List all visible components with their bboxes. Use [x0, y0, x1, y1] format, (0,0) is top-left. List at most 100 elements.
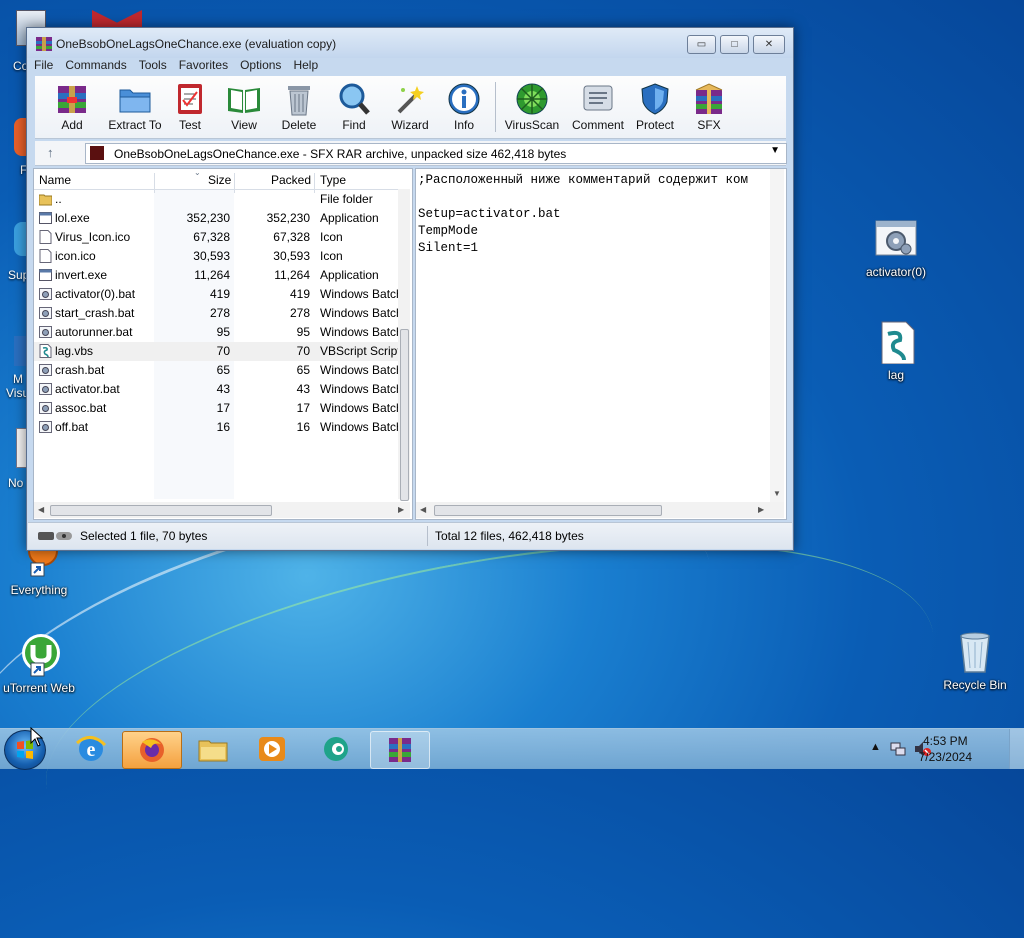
menu-file[interactable]: File — [28, 56, 59, 75]
file-row[interactable]: invert.exe 11,264 11,264 Application — [34, 266, 406, 285]
file-row[interactable]: activator(0).bat 419 419 Windows Batch F — [34, 285, 406, 304]
extract-to-button[interactable]: Extract To — [103, 82, 167, 132]
test-button[interactable]: Test — [163, 82, 217, 132]
menu-tools[interactable]: Tools — [133, 56, 173, 75]
virusscan-button[interactable]: VirusScan — [501, 82, 563, 132]
firefox-icon — [140, 738, 164, 762]
menu-commands[interactable]: Commands — [59, 56, 132, 75]
desktop-icon-activator0[interactable]: activator(0) — [853, 217, 939, 279]
file-size: 419 — [209, 287, 230, 301]
file-type: Icon — [320, 230, 343, 244]
taskbar-file-explorer[interactable] — [184, 731, 242, 767]
view-button[interactable]: View — [217, 82, 271, 132]
file-name: activator.bat — [55, 382, 120, 396]
menu-help[interactable]: Help — [287, 56, 324, 75]
scroll-down-icon[interactable]: ▼ — [773, 489, 781, 498]
file-row[interactable]: .. File folder — [34, 190, 406, 209]
scroll-right-icon[interactable]: ▶ — [758, 505, 764, 514]
file-type: Icon — [320, 249, 343, 263]
scrollbar-thumb[interactable] — [434, 505, 662, 516]
horizontal-scrollbar[interactable]: ◀ ▶ — [416, 502, 784, 518]
file-size: 278 — [209, 306, 230, 320]
taskbar-internet-explorer[interactable]: e — [62, 731, 120, 767]
scroll-left-icon[interactable]: ◀ — [420, 505, 426, 514]
taskbar-firefox[interactable] — [122, 731, 182, 769]
scroll-left-icon[interactable]: ◀ — [38, 505, 44, 514]
comment-label: Comment — [571, 118, 624, 132]
file-row[interactable]: lag.vbs 70 70 VBScript Script — [34, 342, 406, 361]
drive-icon — [38, 532, 72, 540]
file-row[interactable]: off.bat 16 16 Windows Batch — [34, 418, 406, 437]
minimize-button[interactable]: ▭ — [687, 35, 716, 54]
wizard-button[interactable]: Wizard — [383, 82, 437, 132]
close-button[interactable]: ✕ — [753, 35, 785, 54]
maximize-button[interactable]: □ — [720, 35, 749, 54]
taskbar-winrar[interactable] — [370, 731, 430, 769]
column-header-type[interactable]: Type — [320, 173, 346, 187]
column-header-packed[interactable]: Packed — [271, 173, 311, 187]
file-type: Windows Batch — [320, 363, 400, 377]
comment-button[interactable]: Comment — [567, 82, 629, 132]
file-row[interactable]: assoc.bat 17 17 Windows Batch — [34, 399, 406, 418]
chevron-down-icon[interactable]: ▼ — [770, 145, 780, 156]
menu-favorites[interactable]: Favorites — [173, 56, 234, 75]
file-icon — [39, 230, 52, 244]
file-row[interactable]: crash.bat 65 65 Windows Batch — [34, 361, 406, 380]
file-row[interactable]: icon.ico 30,593 30,593 Icon — [34, 247, 406, 266]
desktop-icon-label: lag — [887, 368, 904, 382]
show-desktop-button[interactable] — [1009, 729, 1024, 769]
protect-button[interactable]: Protect — [628, 82, 682, 132]
menu-bar: File Commands Tools Favorites Options He… — [28, 56, 786, 75]
file-size: 30,593 — [193, 249, 230, 263]
info-button[interactable]: Info — [437, 82, 491, 132]
network-icon[interactable] — [890, 741, 906, 757]
find-button[interactable]: Find — [327, 82, 381, 132]
up-arrow-icon[interactable]: ↑ — [47, 145, 54, 160]
add-button[interactable]: Add — [45, 82, 99, 132]
show-hidden-icons-button[interactable]: ▲ — [870, 741, 881, 753]
delete-button[interactable]: Delete — [272, 82, 326, 132]
desktop-icon-partial[interactable] — [92, 10, 142, 28]
vertical-scrollbar[interactable]: ▼ — [770, 169, 784, 502]
comment-line: ;Расположенный ниже комментарий содержит… — [418, 173, 749, 187]
desktop-icon-lag[interactable]: lag — [853, 320, 939, 382]
file-packed: 16 — [296, 420, 310, 434]
scrollbar-thumb[interactable] — [400, 329, 409, 501]
column-header-name[interactable]: Name — [39, 173, 71, 187]
system-clock[interactable]: 4:53 PM 7/23/2024 — [919, 733, 972, 765]
file-type: Windows Batch — [320, 306, 400, 320]
folder-icon — [38, 192, 53, 206]
file-row[interactable]: start_crash.bat 278 278 Windows Batch — [34, 304, 406, 323]
file-name: icon.ico — [55, 249, 96, 263]
trash-icon — [282, 82, 316, 116]
magnifier-icon — [337, 82, 371, 116]
scroll-right-icon[interactable]: ▶ — [398, 505, 404, 514]
file-row[interactable]: lol.exe 352,230 352,230 Application — [34, 209, 406, 228]
vbs-icon — [39, 344, 52, 358]
file-type: VBScript Script — [320, 344, 400, 358]
winrar-icon — [36, 37, 52, 51]
column-header-size[interactable]: Size — [208, 173, 231, 187]
file-row[interactable]: activator.bat 43 43 Windows Batch — [34, 380, 406, 399]
file-packed: 43 — [296, 382, 310, 396]
winrar-icon — [389, 738, 411, 762]
taskbar-browser[interactable] — [307, 731, 365, 767]
horizontal-scrollbar[interactable]: ◀ ▶ — [34, 502, 410, 518]
sfx-button[interactable]: SFX — [682, 82, 736, 132]
file-row[interactable]: autorunner.bat 95 95 Windows Batch — [34, 323, 406, 342]
desktop-icon-label: activator(0) — [865, 265, 927, 279]
file-size: 70 — [216, 344, 230, 358]
title-bar[interactable]: OneBsobOneLagsOneChance.exe (evaluation … — [27, 28, 793, 58]
scrollbar-thumb[interactable] — [50, 505, 272, 516]
menu-options[interactable]: Options — [234, 56, 287, 75]
taskbar-media-player[interactable] — [243, 731, 301, 767]
file-type: Application — [320, 211, 379, 225]
desktop-icon-recycle-bin[interactable]: Recycle Bin — [932, 630, 1018, 692]
desktop-icon-utorrent[interactable]: uTorrent Web — [0, 633, 82, 695]
file-packed: 11,264 — [274, 268, 310, 282]
internet-explorer-icon: e — [76, 736, 107, 761]
file-row[interactable]: Virus_Icon.ico 67,328 67,328 Icon — [34, 228, 406, 247]
archive-path-field[interactable]: OneBsobOneLagsOneChance.exe - SFX RAR ar… — [85, 143, 787, 164]
vertical-scrollbar[interactable] — [398, 189, 410, 501]
exe-icon — [39, 211, 52, 225]
